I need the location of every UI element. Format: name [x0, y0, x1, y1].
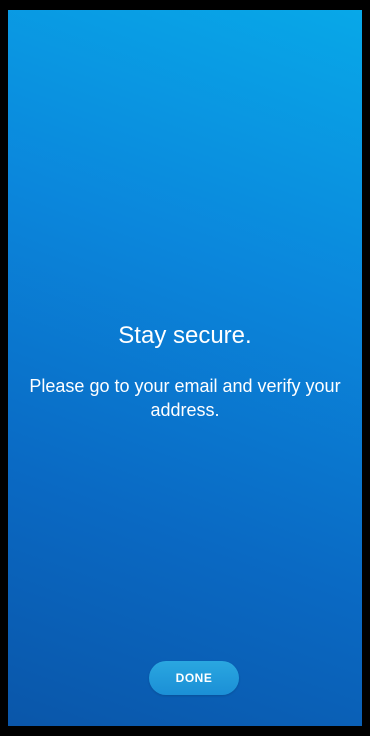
verification-screen: Stay secure. Please go to your email and… [8, 10, 362, 726]
done-button[interactable]: DONE [149, 661, 239, 695]
page-title: Stay secure. [118, 322, 252, 349]
device-frame: Stay secure. Please go to your email and… [0, 0, 370, 736]
verify-email-message: Please go to your email and verify your … [29, 376, 341, 420]
